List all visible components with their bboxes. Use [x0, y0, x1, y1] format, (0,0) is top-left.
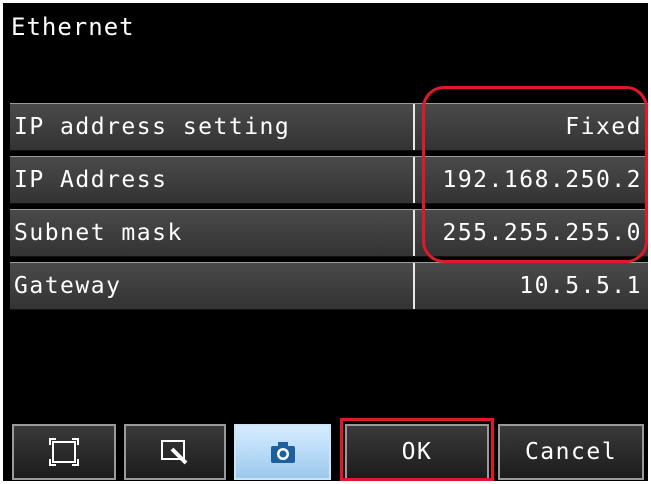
zoom-button[interactable] [124, 424, 226, 480]
row-divider [413, 210, 415, 256]
row-value: 192.168.250.2 [442, 167, 642, 193]
ok-button-label: OK [401, 439, 433, 465]
row-subnet-mask[interactable]: Subnet mask 255.255.255.0 [10, 209, 648, 257]
row-value: 10.5.5.1 [519, 273, 642, 299]
page-title: Ethernet [11, 13, 135, 41]
row-label: Gateway [14, 273, 122, 299]
ok-button[interactable]: OK [345, 424, 489, 480]
row-label: Subnet mask [14, 220, 183, 246]
frame-button[interactable] [12, 424, 116, 480]
zoom-icon [161, 440, 188, 465]
row-ip-address[interactable]: IP Address 192.168.250.2 [10, 156, 648, 204]
row-gateway[interactable]: Gateway 10.5.5.1 [10, 262, 648, 310]
row-value: 255.255.255.0 [442, 220, 642, 246]
camera-icon [270, 442, 295, 463]
camera-button[interactable] [234, 424, 331, 480]
cancel-button-label: Cancel [524, 439, 618, 465]
row-label: IP Address [14, 167, 168, 193]
row-divider [413, 104, 415, 150]
row-divider [413, 157, 415, 203]
row-divider [413, 263, 415, 309]
frame-icon [49, 438, 79, 466]
row-value: Fixed [565, 114, 642, 140]
cancel-button[interactable]: Cancel [498, 424, 644, 480]
row-label: IP address setting [14, 114, 291, 140]
ethernet-settings-screen: Ethernet IP address setting Fixed IP Add… [3, 3, 648, 481]
row-ip-address-setting[interactable]: IP address setting Fixed [10, 103, 648, 151]
